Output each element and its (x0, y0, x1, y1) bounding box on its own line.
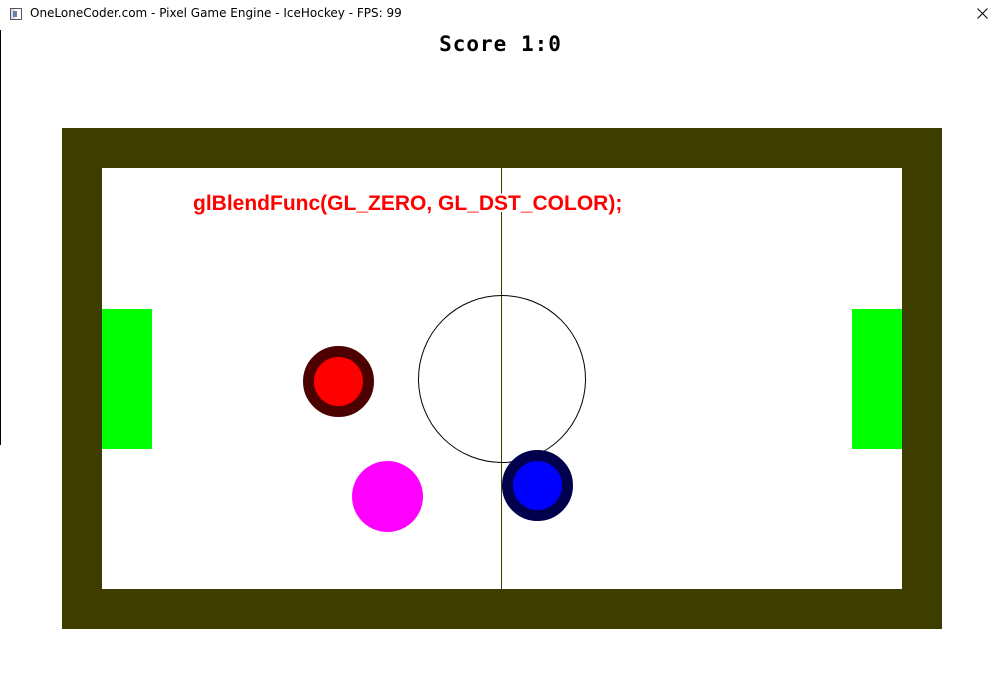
red-paddle[interactable] (303, 346, 374, 417)
left-goal (102, 309, 152, 449)
right-goal (852, 309, 902, 449)
puck (352, 461, 423, 532)
close-button[interactable] (962, 0, 1001, 28)
title-bar[interactable]: OneLoneCoder.com - Pixel Game Engine - I… (0, 0, 1001, 30)
center-circle (418, 295, 586, 463)
game-window: OneLoneCoder.com - Pixel Game Engine - I… (0, 0, 1001, 696)
blue-paddle[interactable] (502, 450, 573, 521)
app-window-icon (10, 8, 22, 20)
close-icon (977, 8, 988, 19)
blend-func-label: glBlendFunc(GL_ZERO, GL_DST_COLOR); (193, 192, 623, 215)
window-title: OneLoneCoder.com - Pixel Game Engine - I… (30, 6, 402, 20)
window-edge (0, 0, 1, 445)
score-display: Score 1:0 (439, 32, 562, 56)
